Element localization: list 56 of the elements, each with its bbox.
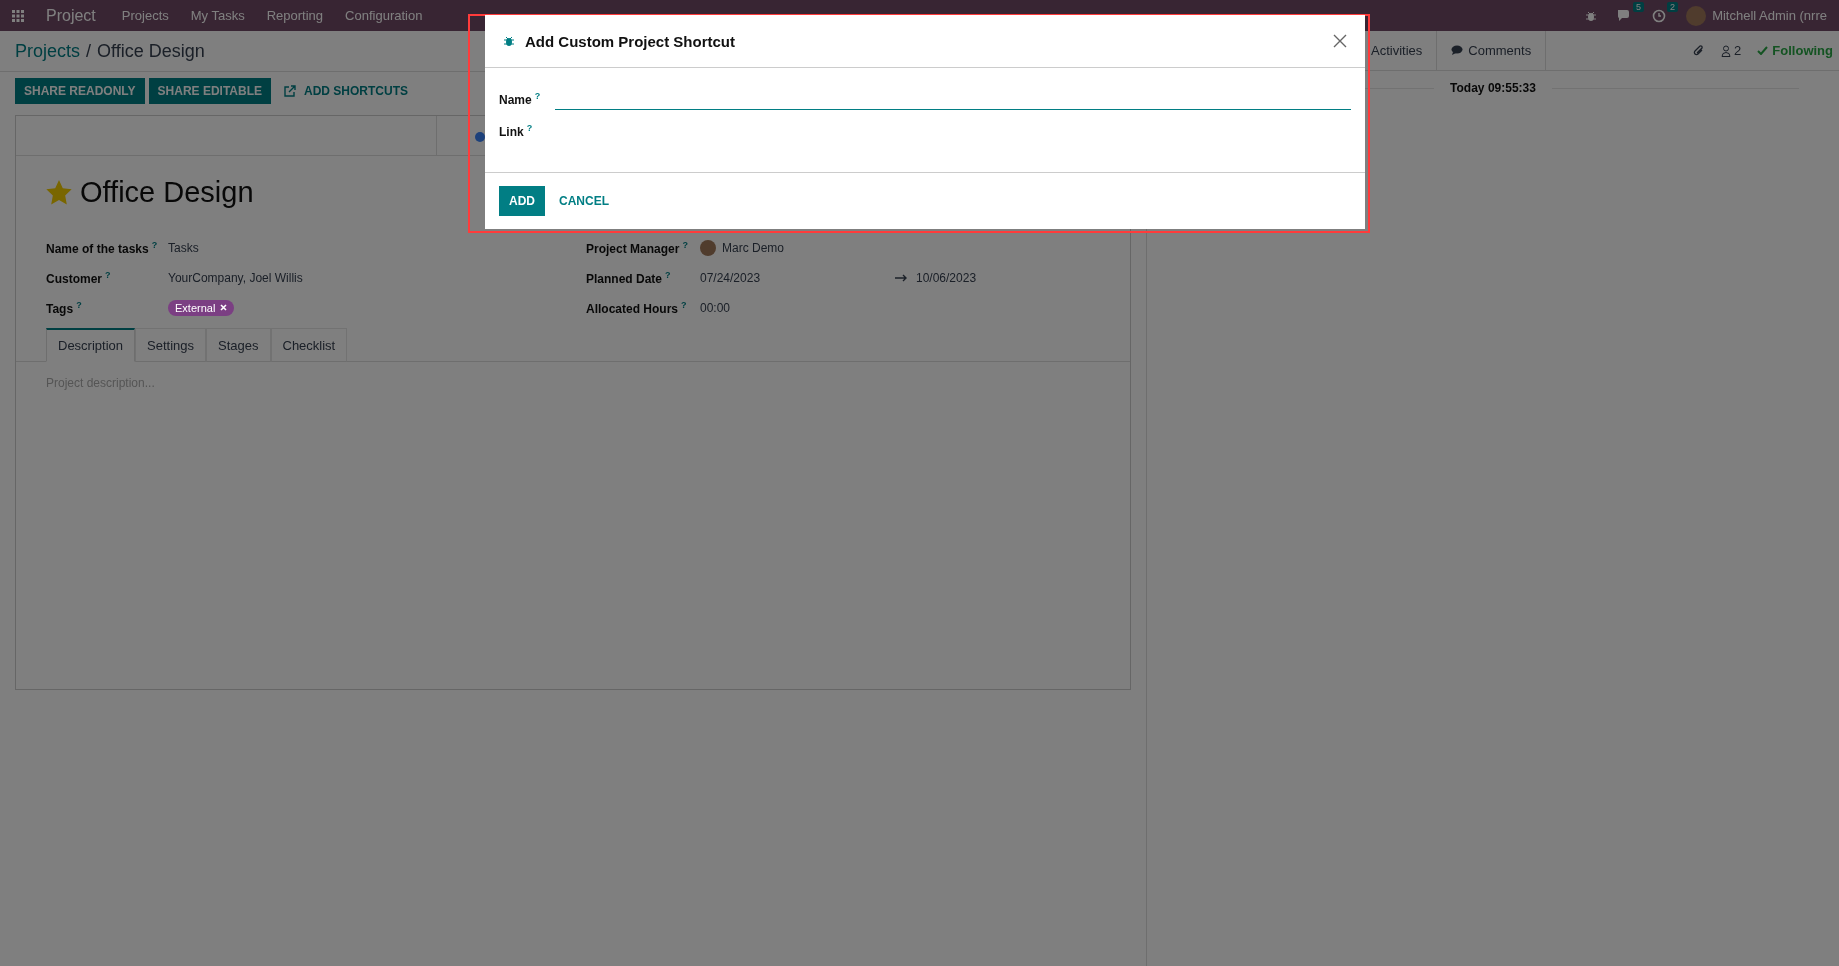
star-icon[interactable] <box>46 180 72 205</box>
field-value: 07/24/2023 <box>700 270 762 285</box>
field-label: Link $^{?}$ <box>499 123 534 139</box>
close-icon <box>1333 34 1347 48</box>
action-button[interactable]: SHARE EDITABLE <box>148 78 272 104</box>
comment-icon <box>1451 45 1464 56</box>
dialog-button[interactable]: ADD <box>499 186 545 216</box>
apps-grid-icon[interactable] <box>12 9 24 22</box>
date-separator: Today 09:55:33 <box>1450 81 1536 95</box>
remove-icon[interactable] <box>220 304 228 311</box>
followers-button[interactable]: 2 <box>1721 43 1742 58</box>
field-value: YourCompany, Joel Willis <box>168 270 304 285</box>
field-label: Allocated Hours $^{?}$ <box>586 299 688 316</box>
user-name[interactable]: Mitchell Admin (nrre <box>1712 8 1827 23</box>
field-value: 00:00 <box>700 300 732 315</box>
count-badge: 2 <box>1667 1 1679 12</box>
field-value: 10/06/2023 <box>916 270 978 285</box>
field-label: Planned Date $^{?}$ <box>586 269 672 286</box>
field-value: Marc Demo <box>722 240 784 255</box>
breadcrumb-link[interactable]: Projects <box>15 40 81 62</box>
bug-icon <box>503 35 515 47</box>
arrow-icon <box>895 273 908 282</box>
external-link-icon <box>284 85 297 97</box>
count-badge: 5 <box>1633 2 1645 12</box>
close-button[interactable] <box>1333 34 1347 48</box>
field-value: Tasks <box>168 240 200 255</box>
bug-icon <box>1585 9 1598 22</box>
record-title: Office Design <box>80 176 254 209</box>
tab[interactable]: Description <box>46 328 136 362</box>
app-name[interactable]: Project <box>46 6 96 25</box>
menu-item[interactable]: My Tasks <box>190 8 245 23</box>
dialog-button[interactable]: CANCEL <box>549 186 619 216</box>
tab[interactable]: Checklist <box>270 328 348 362</box>
menu-item[interactable]: Projects <box>121 8 169 23</box>
check-icon <box>1757 46 1769 55</box>
menu-item[interactable]: Reporting <box>266 8 324 23</box>
field-label: Project Manager $^{?}$ <box>586 239 689 256</box>
person-icon <box>1721 44 1732 57</box>
tab[interactable]: Settings <box>135 328 206 362</box>
menu-item[interactable]: Configuration <box>345 8 423 23</box>
action-button[interactable]: SHARE READONLY <box>15 78 145 104</box>
field-label: Tags $^{?}$ <box>46 299 83 316</box>
action-button[interactable]: ADD SHORTCUTS <box>275 78 418 104</box>
field-label: Name $^{?}$ <box>499 91 542 107</box>
field-label: Customer $^{?}$ <box>46 269 112 286</box>
avatar <box>700 239 716 256</box>
dialog-title: Add Custom Project Shortcut <box>525 32 735 50</box>
tag[interactable]: External <box>168 299 235 316</box>
following-button[interactable]: Following <box>1757 43 1833 58</box>
clock-icon[interactable] <box>1652 8 1667 23</box>
field-label: Name of the tasks $^{?}$ <box>46 239 159 256</box>
tab[interactable]: Stages <box>206 328 271 362</box>
breadcrumb-text: Office Design <box>97 40 205 62</box>
status-dot <box>475 132 485 142</box>
paperclip-icon[interactable] <box>1693 43 1706 58</box>
breadcrumb-text: / <box>86 40 92 62</box>
